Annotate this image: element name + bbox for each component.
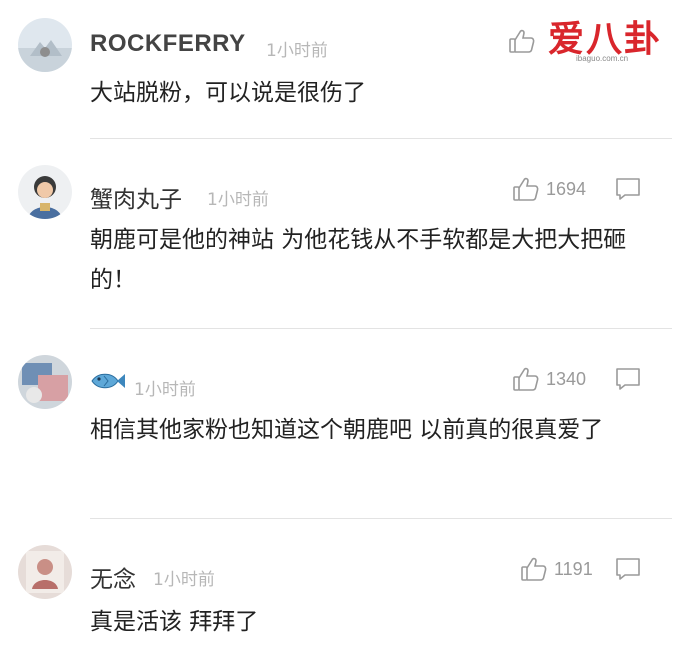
comment-time: 1小时前 (266, 41, 328, 61)
username[interactable]: 无念 (90, 560, 136, 594)
avatar[interactable] (18, 545, 72, 599)
comment-text: 相信其他家粉也知道这个朝鹿吧 以前真的很真爱了 (90, 417, 604, 443)
like-count: 1340 (546, 369, 587, 389)
comment-text: 朝鹿可是他的神站 为他花钱从不手软都是大把大把砸的！ (90, 227, 627, 293)
fish-icon (90, 372, 126, 398)
divider (90, 518, 672, 519)
reply-bubble-icon[interactable] (614, 556, 642, 582)
comment-item: 蟹肉丸子 1小时前 1694 朝鹿可是他的神站 为他花钱从不手软都是大把大把砸的… (0, 140, 690, 330)
thumbs-up-icon[interactable] (520, 555, 548, 583)
reply-bubble-icon[interactable] (614, 366, 642, 392)
avatar[interactable] (18, 165, 72, 219)
comment-time: 1小时前 (207, 190, 269, 210)
thumbs-up-icon[interactable] (512, 365, 540, 393)
like-count: 1191 (554, 559, 593, 579)
like-count: 1694 (546, 179, 587, 199)
thumbs-up-icon[interactable] (512, 175, 540, 203)
avatar[interactable] (18, 355, 72, 409)
username[interactable]: ROCKFERRY (90, 30, 246, 58)
watermark-url: ibaguo.com.cn (576, 54, 629, 63)
username-fish[interactable] (90, 370, 126, 398)
comment-item: 无念 1小时前 1191 真是活该 拜拜了 (0, 520, 690, 648)
divider (90, 138, 672, 139)
comment-item: 1小时前 1340 相信其他家粉也知道这个朝鹿吧 以前真的很真爱了 (0, 330, 690, 520)
comment-time: 1小时前 (153, 570, 215, 590)
comment-text: 真是活该 拜拜了 (90, 609, 259, 635)
thumbs-up-icon[interactable] (508, 27, 536, 55)
avatar[interactable] (18, 18, 72, 72)
watermark-logo: 爱八卦 ibaguo.com.cn (538, 10, 688, 70)
comment-time: 1小时前 (134, 380, 196, 400)
divider (90, 328, 672, 329)
reply-bubble-icon[interactable] (614, 176, 642, 202)
username[interactable]: 蟹肉丸子 (90, 180, 182, 214)
comment-text: 大站脱粉，可以说是很伤了 (90, 80, 366, 106)
